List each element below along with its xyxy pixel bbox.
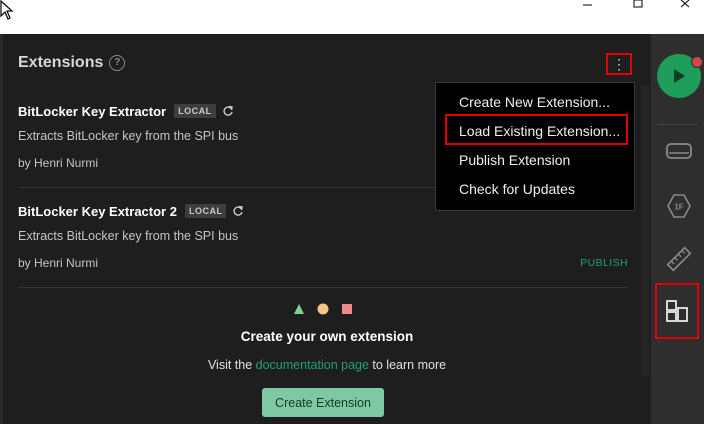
mouse-cursor-icon	[0, 0, 14, 20]
local-badge: LOCAL	[174, 104, 216, 118]
window-chrome	[0, 0, 704, 34]
ruler-icon[interactable]	[665, 245, 693, 273]
play-icon	[674, 69, 685, 83]
cta-text-after: to learn more	[368, 358, 447, 372]
extension-item[interactable]: BitLocker Key Extractor 2 LOCAL Extracts…	[18, 202, 628, 271]
local-badge: LOCAL	[184, 204, 227, 218]
1f-label: 1F	[674, 203, 683, 212]
right-sidebar: 1F	[651, 34, 704, 424]
cta-text: Visit the documentation page to learn mo…	[3, 358, 651, 372]
device-icon[interactable]	[665, 138, 693, 166]
minimize-button[interactable]	[578, 0, 598, 10]
publish-link[interactable]: PUBLISH	[580, 257, 628, 269]
documentation-link[interactable]: documentation page	[256, 358, 369, 372]
cta-title: Create your own extension	[240, 329, 414, 344]
more-options-button[interactable]: ⋮	[606, 53, 632, 75]
extension-author: by Henri Nurmi	[18, 256, 99, 270]
kebab-icon: ⋮	[612, 56, 626, 72]
1f-icon[interactable]: 1F	[665, 192, 693, 220]
menu-item-publish[interactable]: Publish Extension	[459, 152, 570, 168]
shapes-illustration-icon	[294, 303, 352, 315]
extensions-sidebar-button[interactable]	[655, 283, 699, 339]
extension-name: BitLocker Key Extractor	[18, 103, 167, 119]
help-icon[interactable]: ?	[109, 55, 126, 71]
divider	[18, 287, 628, 288]
menu-highlight-box	[445, 114, 628, 145]
menu-item-check-updates[interactable]: Check for Updates	[459, 181, 575, 197]
panel-header: Extensions ?	[18, 52, 126, 74]
extension-description: Extracts BitLocker key from the SPI bus	[18, 229, 239, 243]
extensions-icon	[666, 300, 688, 322]
extensions-menu: Create New Extension... Load Existing Ex…	[435, 82, 635, 211]
cta-text-before: Visit the	[207, 358, 256, 372]
sidebar-separator	[657, 124, 697, 125]
notification-dot	[691, 56, 703, 68]
menu-item-create-new[interactable]: Create New Extension...	[459, 94, 610, 110]
scrollbar[interactable]	[641, 86, 649, 376]
close-window-button[interactable]	[676, 0, 696, 10]
create-extension-button[interactable]: Create Extension	[262, 388, 384, 417]
extension-name: BitLocker Key Extractor 2	[18, 203, 177, 219]
reload-icon[interactable]	[232, 205, 244, 217]
reload-icon[interactable]	[222, 105, 234, 117]
panel-title: Extensions	[18, 54, 104, 71]
maximize-button[interactable]	[628, 0, 648, 10]
